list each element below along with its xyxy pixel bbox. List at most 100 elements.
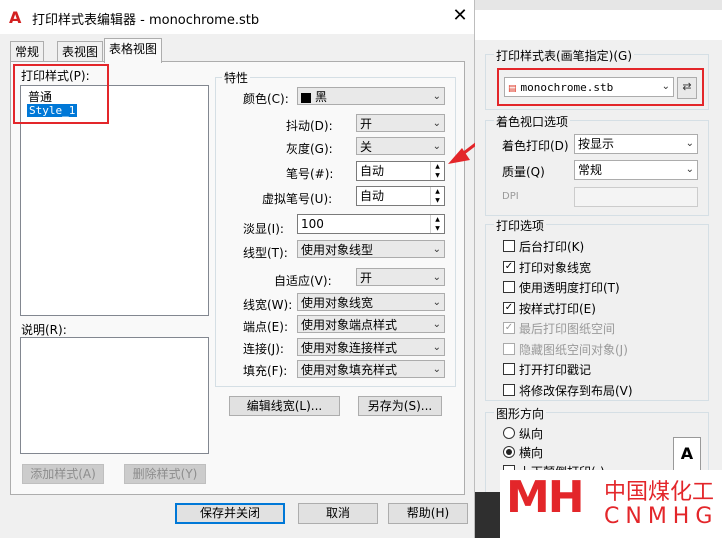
save-and-close-button[interactable]: 保存并关闭 xyxy=(175,503,285,524)
description-textbox[interactable] xyxy=(20,337,209,454)
radio-selected-dot xyxy=(506,449,512,455)
linetype-value: 使用对象线型 xyxy=(301,243,374,257)
plot-style-table-editor-dialog: A 打印样式表编辑器 - monochrome.stb ✕ 常规 表视图 表格视… xyxy=(0,0,475,538)
chevron-down-icon: ⌄ xyxy=(432,91,441,102)
cancel-button[interactable]: 取消 xyxy=(298,503,378,524)
virtual-pen-spinner[interactable]: 自动 ▲ ▼ xyxy=(356,186,445,206)
chevron-down-icon: ⌄ xyxy=(432,272,441,283)
endstyle-select[interactable]: 使用对象端点样式 ⌄ xyxy=(297,315,445,333)
watermark-cn-text: 中国煤化工 xyxy=(604,480,715,505)
grayscale-select[interactable]: 关 ⌄ xyxy=(356,137,445,155)
annotation-red-box xyxy=(13,64,109,124)
plot-option-checkbox[interactable] xyxy=(503,281,515,293)
pen-number-spinner[interactable]: 自动 ▲ ▼ xyxy=(356,161,445,181)
plot-option-label: 最后打印图纸空间 xyxy=(519,322,616,336)
chevron-down-icon: ⌄ xyxy=(432,244,441,255)
add-style-button[interactable]: 添加样式(A) xyxy=(22,464,104,484)
plot-option-checkbox[interactable] xyxy=(503,384,515,396)
lineweight-select[interactable]: 使用对象线宽 ⌄ xyxy=(297,293,445,311)
spin-arrows-icon[interactable]: ▲ ▼ xyxy=(430,187,444,205)
screening-spinner[interactable]: 100 ▲ ▼ xyxy=(297,214,445,234)
plot-option-label: 后台打印(K) xyxy=(519,240,585,254)
title-bar: A 打印样式表编辑器 - monochrome.stb ✕ xyxy=(0,0,474,34)
plot-option-label: 将修改保存到布局(V) xyxy=(519,384,633,398)
tab-form-view[interactable]: 表格视图 xyxy=(104,38,163,63)
quality-label: 质量(Q) xyxy=(502,165,545,179)
shade-plot-label: 着色打印(D) xyxy=(502,139,569,153)
color-value: 黑 xyxy=(315,90,328,104)
plot-option-checkbox[interactable]: ✓ xyxy=(503,261,515,273)
adaptive-label: 自适应(V): xyxy=(274,274,332,288)
help-button[interactable]: 帮助(H) xyxy=(388,503,468,524)
dither-select[interactable]: 开 ⌄ xyxy=(356,114,445,132)
properties-group-title: 特性 xyxy=(222,69,251,86)
pen-number-value: 自动 xyxy=(360,164,385,178)
landscape-label: 横向 xyxy=(519,446,544,460)
chevron-down-icon: ⌄ xyxy=(432,342,441,353)
chevron-down-icon: ⌄ xyxy=(432,319,441,330)
color-select[interactable]: 黑 ⌄ xyxy=(297,87,445,105)
plot-option-label: 使用透明度打印(T) xyxy=(519,281,620,295)
panel-header-blank xyxy=(475,10,722,40)
shade-plot-value: 按显示 xyxy=(578,137,615,151)
virtual-pen-value: 自动 xyxy=(360,189,385,203)
tab-general[interactable]: 常规 xyxy=(10,41,45,62)
plot-option-label: 打开打印戳记 xyxy=(519,363,592,377)
plot-option-label: 隐藏图纸空间对象(J) xyxy=(519,343,628,357)
adaptive-select[interactable]: 开 ⌄ xyxy=(356,268,445,286)
landscape-radio[interactable] xyxy=(503,446,515,458)
plot-option-checkbox[interactable]: ✓ xyxy=(503,322,515,334)
black-swatch-icon xyxy=(301,92,311,103)
linetype-select[interactable]: 使用对象线型 ⌄ xyxy=(297,240,445,258)
spin-arrows-icon[interactable]: ▲ ▼ xyxy=(430,215,444,233)
quality-value: 常规 xyxy=(578,163,603,177)
dither-value: 开 xyxy=(360,117,373,131)
save-as-button[interactable]: 另存为(S)... xyxy=(358,396,442,416)
watermark-logo: MH xyxy=(506,472,585,523)
plot-style-table-group-title: 打印样式表(画笔指定)(G) xyxy=(494,47,635,64)
tab-table-view[interactable]: 表视图 xyxy=(57,41,104,62)
dpi-label: DPI xyxy=(502,191,519,202)
endstyle-label: 端点(E): xyxy=(243,320,288,334)
orientation-preview-icon: A xyxy=(673,437,701,471)
virtual-pen-label: 虚拟笔号(U): xyxy=(262,192,333,206)
edit-lineweights-button[interactable]: 编辑线宽(L)... xyxy=(229,396,340,416)
chevron-down-icon: ⌄ xyxy=(432,297,441,308)
endstyle-value: 使用对象端点样式 xyxy=(301,318,398,332)
dither-label: 抖动(D): xyxy=(286,119,333,133)
linetype-label: 线型(T): xyxy=(243,246,288,260)
plot-option-checkbox[interactable] xyxy=(503,343,515,355)
chevron-down-icon: ⌄ xyxy=(685,138,694,149)
delete-style-button[interactable]: 删除样式(Y) xyxy=(124,464,206,484)
watermark-en-text: CNMHG xyxy=(604,504,719,529)
panel-top-strip xyxy=(475,0,722,10)
fillstyle-label: 填充(F): xyxy=(243,364,288,378)
orientation-group-title: 图形方向 xyxy=(494,405,547,422)
chevron-down-icon: ⌄ xyxy=(685,164,694,175)
plot-option-checkbox[interactable] xyxy=(503,240,515,252)
watermark: MH 中国煤化工 CNMHG xyxy=(500,470,722,538)
description-label: 说明(R): xyxy=(21,323,67,337)
lineweight-value: 使用对象线宽 xyxy=(301,296,374,310)
plot-options-group-title: 打印选项 xyxy=(494,217,547,234)
fillstyle-select[interactable]: 使用对象填充样式 ⌄ xyxy=(297,360,445,378)
lineweight-label: 线宽(W): xyxy=(243,298,293,312)
chevron-down-icon: ⌄ xyxy=(432,364,441,375)
screening-label: 淡显(I): xyxy=(243,222,284,236)
portrait-radio[interactable] xyxy=(503,427,515,439)
autocad-icon: A xyxy=(9,8,22,27)
shade-plot-select[interactable]: 按显示 ⌄ xyxy=(574,134,698,154)
adaptive-value: 开 xyxy=(360,271,373,285)
color-label: 颜色(C): xyxy=(243,92,289,106)
joinstyle-label: 连接(J): xyxy=(243,342,284,356)
grayscale-label: 灰度(G): xyxy=(286,142,333,156)
close-icon[interactable]: ✕ xyxy=(448,4,472,28)
joinstyle-select[interactable]: 使用对象连接样式 ⌄ xyxy=(297,338,445,356)
quality-select[interactable]: 常规 ⌄ xyxy=(574,160,698,180)
dpi-input[interactable] xyxy=(574,187,698,207)
plot-option-checkbox[interactable] xyxy=(503,363,515,375)
plot-option-checkbox[interactable]: ✓ xyxy=(503,302,515,314)
window-title: 打印样式表编辑器 - monochrome.stb xyxy=(32,13,260,28)
screening-value: 100 xyxy=(301,217,324,231)
annotation-red-box-2 xyxy=(497,68,704,106)
